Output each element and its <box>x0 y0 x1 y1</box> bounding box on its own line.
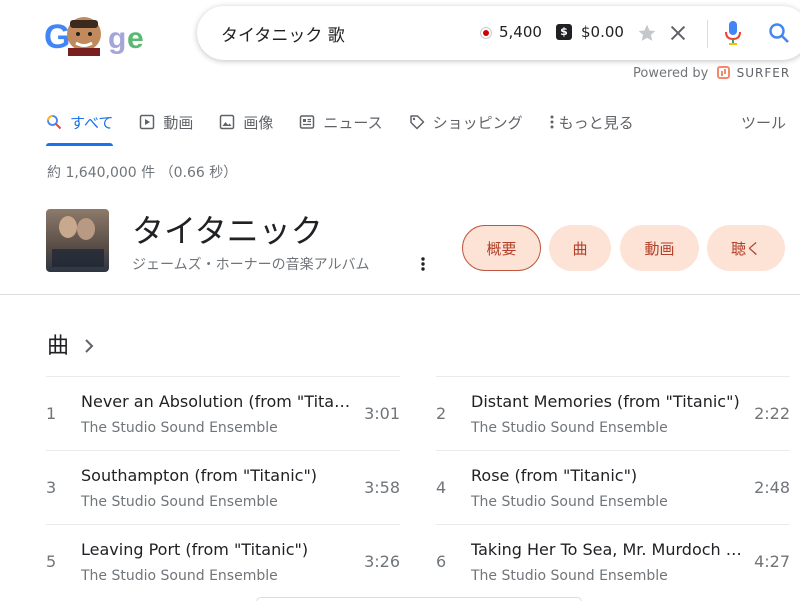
chip-songs[interactable]: 曲 <box>549 225 611 271</box>
chevron-right-icon[interactable] <box>82 337 96 355</box>
song-artist: The Studio Sound Ensemble <box>471 568 668 584</box>
result-stats: 約 1,640,000 件 （0.66 秒） <box>47 165 238 181</box>
song-duration: 3:58 <box>364 478 400 497</box>
song-item[interactable]: 2 Distant Memories (from "Titanic") The … <box>436 377 790 451</box>
song-duration: 3:01 <box>364 404 400 423</box>
chip-overview[interactable]: 概要 <box>462 225 541 271</box>
tab-label: すべて <box>70 113 114 132</box>
song-item[interactable]: 1 Never an Absolution (from "Titanic") T… <box>46 377 400 451</box>
song-duration: 2:22 <box>754 404 790 423</box>
song-item[interactable]: 6 Taking Her To Sea, Mr. Murdoch (from "… <box>436 525 790 599</box>
chip-listen[interactable]: 聴く <box>707 225 785 271</box>
svg-text:e: e <box>127 22 144 55</box>
japan-flag-icon <box>480 27 492 39</box>
song-title[interactable]: Taking Her To Sea, Mr. Murdoch (from "Ti… <box>471 540 745 559</box>
dollar-badge-icon: $ <box>556 24 572 40</box>
track-number: 6 <box>436 552 447 571</box>
more-vert-icon[interactable] <box>416 255 430 273</box>
search-icon <box>47 115 62 130</box>
search-icon[interactable] <box>767 21 791 45</box>
tab-shopping[interactable]: ショッピング <box>409 110 523 134</box>
song-title[interactable]: Leaving Port (from "Titanic") <box>81 540 355 559</box>
tab-label: ショッピング <box>432 113 523 132</box>
tab-videos[interactable]: 動画 <box>139 110 193 134</box>
svg-text:G: G <box>44 18 70 56</box>
track-number: 3 <box>46 478 57 497</box>
entity-title: タイタニック <box>132 212 323 250</box>
search-volume-count: 5,400 <box>499 23 542 41</box>
powered-by-label: Powered by <box>633 66 709 81</box>
chip-videos[interactable]: 動画 <box>620 225 699 271</box>
album-cover-image[interactable] <box>46 209 109 272</box>
track-number: 5 <box>46 552 57 571</box>
song-artist: The Studio Sound Ensemble <box>471 420 668 436</box>
song-title[interactable]: Rose (from "Titanic") <box>471 466 745 485</box>
cpc-value: $0.00 <box>581 23 624 41</box>
tab-more[interactable]: もっと見る <box>549 110 634 134</box>
song-item[interactable]: 5 Leaving Port (from "Titanic") The Stud… <box>46 525 400 599</box>
tab-label: 画像 <box>243 113 274 132</box>
svg-text:g: g <box>108 22 126 55</box>
song-duration: 3:26 <box>364 552 400 571</box>
star-icon[interactable] <box>637 23 657 43</box>
songs-section-title[interactable]: 曲 <box>47 328 69 360</box>
song-artist: The Studio Sound Ensemble <box>81 568 278 584</box>
song-duration: 2:48 <box>754 478 790 497</box>
track-number: 1 <box>46 404 57 423</box>
news-icon <box>300 115 315 129</box>
microphone-icon[interactable] <box>723 20 743 46</box>
tab-label: もっと見る <box>558 113 634 132</box>
tab-label: 動画 <box>163 113 194 132</box>
tag-icon <box>409 115 424 130</box>
track-number: 2 <box>436 404 447 423</box>
close-icon[interactable] <box>667 22 689 44</box>
song-duration: 4:27 <box>754 552 790 571</box>
search-tabs: すべて 動画 画像 ニュース ショッピング もっと見る <box>46 110 660 146</box>
song-title[interactable]: Southampton (from "Titanic") <box>81 466 355 485</box>
search-box[interactable]: タイタニック 歌 5,400 $ $0.00 <box>197 6 800 60</box>
show-more-button[interactable] <box>256 597 582 601</box>
search-divider <box>707 20 708 48</box>
more-vert-icon <box>550 115 554 129</box>
track-number: 4 <box>436 478 447 497</box>
entity-subtitle: ジェームズ・ホーナーの音楽アルバム <box>132 257 370 273</box>
surfer-logo-icon <box>716 66 730 79</box>
tab-all[interactable]: すべて <box>46 110 114 146</box>
song-title[interactable]: Never an Absolution (from "Titanic") <box>81 392 355 411</box>
powered-by-surfer[interactable]: Powered by SURFER <box>633 66 790 81</box>
song-artist: The Studio Sound Ensemble <box>81 420 278 436</box>
song-title[interactable]: Distant Memories (from "Titanic") <box>471 392 745 411</box>
song-item[interactable]: 3 Southampton (from "Titanic") The Studi… <box>46 451 400 525</box>
song-artist: The Studio Sound Ensemble <box>471 494 668 510</box>
image-icon <box>220 114 235 130</box>
tab-news[interactable]: ニュース <box>299 110 383 134</box>
search-input[interactable]: タイタニック 歌 <box>221 21 345 46</box>
divider <box>0 294 800 295</box>
song-artist: The Studio Sound Ensemble <box>81 494 278 510</box>
tab-label: ニュース <box>323 113 383 132</box>
video-icon <box>140 114 155 130</box>
google-doodle-logo[interactable]: G g e <box>44 14 146 56</box>
tab-images[interactable]: 画像 <box>219 110 273 134</box>
tools-button[interactable]: ツール <box>741 112 786 133</box>
surfer-brand: SURFER <box>736 66 791 80</box>
song-item[interactable]: 4 Rose (from "Titanic") The Studio Sound… <box>436 451 790 525</box>
